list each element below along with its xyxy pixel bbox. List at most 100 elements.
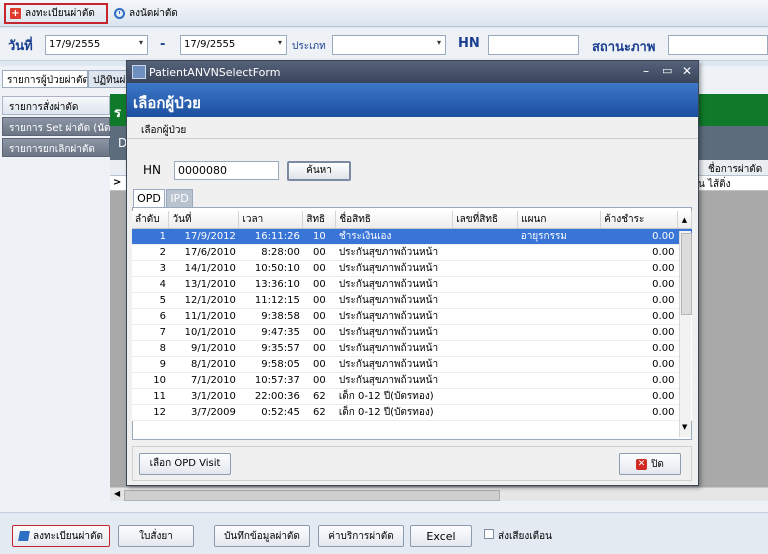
visit-table-row[interactable]: 10 7/1/2010 10:57:37 00 ประกันสุขภาพถ้วนหน้า…	[132, 372, 692, 389]
schedule-surgery-toolbar-button[interactable]: ลงนัดผ่าตัด	[110, 3, 190, 24]
tab-patient-list[interactable]: รายการผู้ป่วยผ่าตัด	[2, 70, 88, 88]
visit-table-row[interactable]: 3 14/1/2010 10:50:10 00 ประกันสุขภาพถ้วนหน้า…	[132, 260, 692, 277]
cell-right-no	[452, 388, 518, 405]
cell-right-no	[452, 244, 518, 261]
surgery-cancel-list-button[interactable]: รายการยกเลิกผ่าตัด	[2, 138, 110, 157]
cell-right: 62	[302, 388, 336, 405]
excel-button[interactable]: Excel	[410, 525, 472, 547]
cell-right: 00	[302, 276, 336, 293]
cell-no: 2	[132, 244, 169, 261]
hn-filter-input[interactable]	[488, 35, 579, 55]
cell-time: 10:57:37	[238, 372, 303, 389]
cell-owed: 0.00	[600, 372, 678, 389]
close-icon: ✕	[636, 458, 648, 470]
search-button[interactable]: ค้นหา	[287, 161, 351, 181]
visit-table-row[interactable]: 9 8/1/2010 9:58:05 00 ประกันสุขภาพถ้วนหน้า 0.…	[132, 356, 692, 373]
chevron-down-icon: ▾	[138, 38, 143, 47]
cell-date: 10/1/2010	[168, 324, 239, 341]
select-opd-visit-button[interactable]: เลือก OPD Visit	[139, 453, 231, 475]
maximize-icon[interactable]: ▭	[662, 64, 672, 77]
tab-opd[interactable]: OPD	[133, 189, 165, 208]
sound-alert-checkbox[interactable]	[484, 529, 494, 539]
type-combo[interactable]: ▾	[332, 35, 446, 55]
hn-input[interactable]: 0000080	[174, 161, 279, 180]
col-seq[interactable]: ลำดับ	[132, 211, 170, 229]
date-to-combo[interactable]: 17/9/2555 ▾	[180, 35, 287, 55]
search-button-label: ค้นหา	[306, 165, 332, 176]
col-owed[interactable]: ค้างชำระ	[600, 211, 678, 229]
tab-ipd[interactable]: IPD	[166, 189, 193, 208]
visit-table-row[interactable]: 7 10/1/2010 9:47:35 00 ประกันสุขภาพถ้วนหน้า 0…	[132, 324, 692, 341]
tab-calendar[interactable]: ปฏิทินผ่าตัด	[88, 70, 128, 88]
cell-dept	[517, 372, 601, 389]
close-dialog-button[interactable]: ✕ ปิด	[619, 453, 681, 475]
tab-patient-list-label: รายการผู้ป่วยผ่าตัด	[7, 75, 88, 86]
save-surgery-data-button[interactable]: บันทึกข้อมูลผ่าตัด	[214, 525, 310, 547]
surgery-fee-button[interactable]: ค่าบริการผ่าตัด	[318, 525, 404, 547]
cell-dept	[517, 292, 601, 309]
cell-dept	[517, 308, 601, 325]
cell-right-name: เด็ก 0-12 ปี(บัตรทอง)	[335, 388, 453, 405]
cell-time: 16:11:26	[238, 228, 303, 245]
register-surgery-bottom-label: ลงทะเบียนผ่าตัด	[33, 530, 103, 542]
register-surgery-button[interactable]: ลงทะเบียนผ่าตัด	[12, 525, 110, 547]
col-right-name[interactable]: ชื่อสิทธิ	[335, 211, 454, 229]
cell-right: 00	[302, 260, 336, 277]
tab-ipd-label: IPD	[170, 192, 189, 205]
grid-scroll-thumb[interactable]	[124, 490, 500, 501]
cell-right: 00	[302, 292, 336, 309]
surgery-orders-button[interactable]: รายการสั่งผ่าตัด	[2, 96, 110, 115]
date-from-combo[interactable]: 17/9/2555 ▾	[45, 35, 148, 55]
prescription-button[interactable]: ใบสั่งยา	[118, 525, 194, 547]
status-input[interactable]	[668, 35, 768, 55]
col-right[interactable]: สิทธิ	[302, 211, 337, 229]
edit-icon	[18, 531, 30, 541]
save-surgery-data-label: บันทึกข้อมูลผ่าตัด	[224, 530, 300, 542]
visit-table-row[interactable]: 11 3/1/2010 22:00:36 62 เด็ก 0-12 ปี(บัตรทอง…	[132, 388, 692, 405]
cell-dept	[517, 276, 601, 293]
close-window-icon[interactable]: ✕	[682, 64, 692, 78]
cell-time: 9:35:57	[238, 340, 303, 357]
surgery-cancel-list-label: รายการยกเลิกผ่าตัด	[9, 144, 95, 155]
chevron-down-icon: ▾	[277, 38, 282, 47]
visit-table-row[interactable]: 2 17/6/2010 8:28:00 00 ประกันสุขภาพถ้วนหน้า 0…	[132, 244, 692, 261]
scroll-left-icon[interactable]: ◀	[114, 489, 120, 498]
visit-table-scrollbar[interactable]: ▼	[679, 231, 692, 437]
cell-right-no	[452, 228, 518, 245]
visit-table-row[interactable]: 12 3/7/2009 0:52:45 62 เด็ก 0-12 ปี(บัตรทอง)…	[132, 404, 692, 421]
col-dept[interactable]: แผนก	[517, 211, 602, 229]
plus-icon: +	[10, 8, 21, 19]
register-surgery-toolbar-button[interactable]: + ลงทะเบียนผ่าตัด	[4, 3, 108, 24]
hn-label: HN	[143, 163, 161, 177]
grid-horizontal-scrollbar[interactable]: ◀	[110, 487, 768, 501]
scroll-up-icon[interactable]: ▲	[677, 211, 693, 229]
visit-table-row[interactable]: 5 12/1/2010 11:12:15 00 ประกันสุขภาพถ้วนหน้า…	[132, 292, 692, 309]
surgery-set-button[interactable]: รายการ Set ผ่าตัด (นัด)	[2, 117, 114, 136]
scroll-down-icon[interactable]: ▼	[682, 423, 687, 431]
app-icon	[132, 65, 146, 79]
cell-right-no	[452, 372, 518, 389]
minimize-icon[interactable]: –	[643, 64, 649, 78]
col-date[interactable]: วันที่	[168, 211, 240, 229]
visit-table-row[interactable]: 6 11/1/2010 9:38:58 00 ประกันสุขภาพถ้วนหน้า 0…	[132, 308, 692, 325]
cell-no: 5	[132, 292, 169, 309]
cell-right-name: ประกันสุขภาพถ้วนหน้า	[335, 244, 453, 261]
cell-dept	[517, 388, 601, 405]
visit-table-scroll-thumb[interactable]	[681, 233, 692, 315]
cell-date: 14/1/2010	[168, 260, 239, 277]
cell-no: 9	[132, 356, 169, 373]
visit-table-row[interactable]: 8 9/1/2010 9:35:57 00 ประกันสุขภาพถ้วนหน้า 0.…	[132, 340, 692, 357]
cell-date: 11/1/2010	[168, 308, 239, 325]
grid-green-letter: ร	[114, 106, 121, 121]
visit-table-row[interactable]: 1 17/9/2012 16:11:26 10 ชำระเงินเอง อายุรกรรม…	[132, 228, 692, 245]
visit-table-row[interactable]: 4 13/1/2010 13:36:10 00 ประกันสุขภาพถ้วนหน้า…	[132, 276, 692, 293]
cell-right: 10	[302, 228, 336, 245]
cell-owed: 0.00	[600, 228, 678, 245]
col-right-no[interactable]: เลขที่สิทธิ	[452, 211, 519, 229]
cell-right-name: ประกันสุขภาพถ้วนหน้า	[335, 324, 453, 341]
col-time[interactable]: เวลา	[238, 211, 304, 229]
cell-no: 6	[132, 308, 169, 325]
dialog-heading: เลือกผู้ป่วย	[133, 94, 201, 112]
cell-right-no	[452, 308, 518, 325]
cell-owed: 0.00	[600, 324, 678, 341]
